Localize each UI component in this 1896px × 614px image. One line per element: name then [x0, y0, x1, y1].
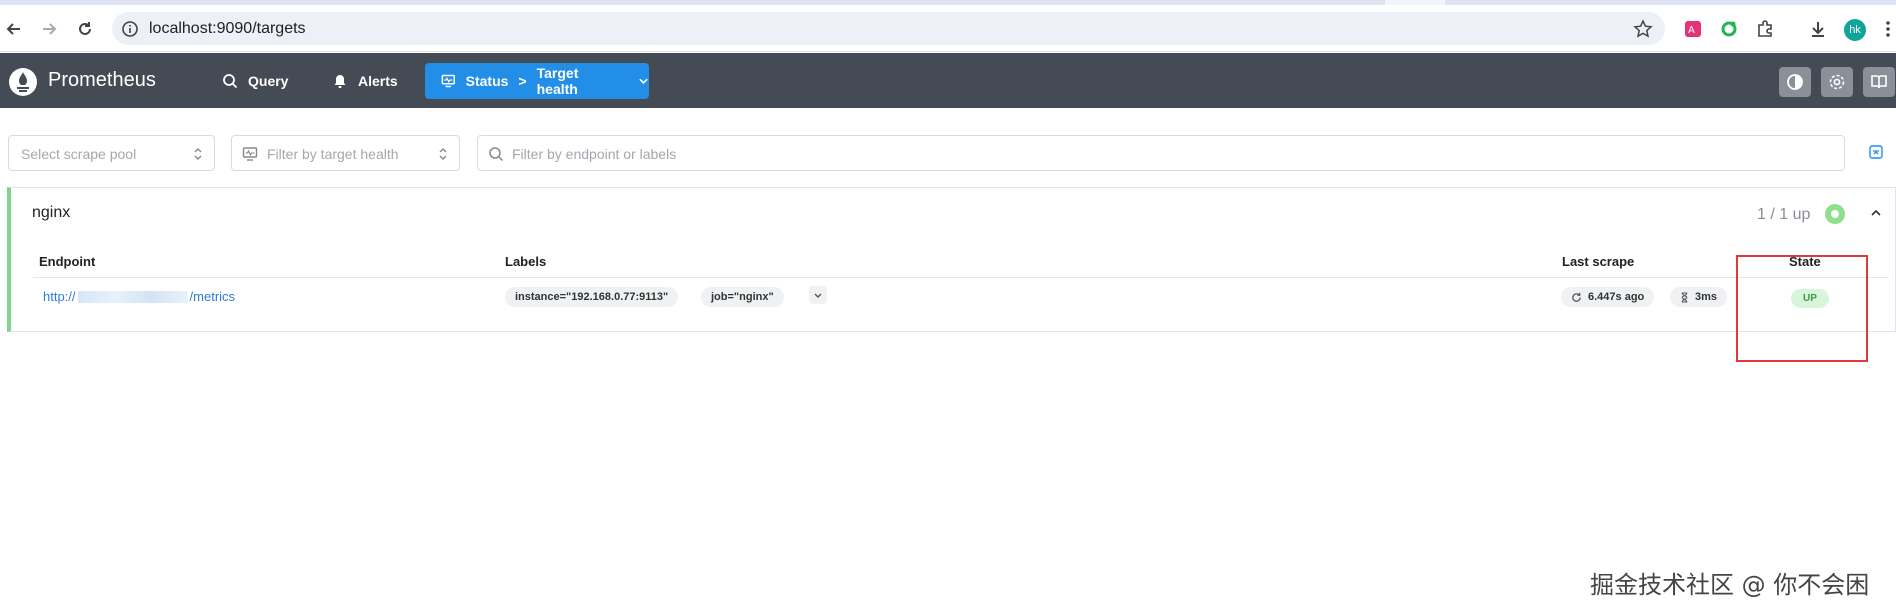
- back-button[interactable]: [2, 17, 26, 41]
- endpoint-filter-input[interactable]: Filter by endpoint or labels: [477, 135, 1845, 171]
- scrape-duration-text: 3ms: [1695, 291, 1718, 303]
- forward-arrow-icon: [43, 23, 57, 35]
- refresh-icon: [1572, 292, 1581, 302]
- column-labels: Labels: [505, 254, 547, 269]
- browser-menu-icon[interactable]: [1878, 19, 1896, 39]
- forward-button[interactable]: [37, 17, 61, 41]
- target-health-placeholder: Filter by target health: [267, 146, 399, 162]
- nav-alerts-label: Alerts: [358, 73, 398, 89]
- endpoint-filter-placeholder: Filter by endpoint or labels: [512, 146, 677, 162]
- pool-health-indicator: [1825, 204, 1845, 224]
- chevron-down-icon: [639, 78, 648, 84]
- extension-translate-icon[interactable]: A: [1683, 19, 1703, 39]
- scrape-duration-badge: 3ms: [1670, 287, 1728, 307]
- bookmark-star-icon[interactable]: [1633, 19, 1653, 39]
- monitor-heart-icon: [441, 74, 455, 88]
- last-scrape-badge: 6.447s ago: [1561, 287, 1655, 307]
- endpoint-suffix: /metrics: [189, 289, 236, 304]
- pool-name[interactable]: nginx: [32, 204, 70, 222]
- nav-status-dropdown[interactable]: Status > Target health: [425, 63, 649, 99]
- watermark-text: 掘金技术社区 @ 你不会困: [1590, 571, 1870, 599]
- chevron-down-icon: [814, 293, 822, 298]
- endpoint-prefix: http://: [43, 289, 76, 304]
- download-icon[interactable]: [1808, 19, 1828, 39]
- label-chip-job: job="nginx": [701, 287, 784, 307]
- column-endpoint: Endpoint: [39, 254, 96, 269]
- docs-button[interactable]: [1863, 67, 1895, 97]
- bell-icon: [334, 75, 346, 88]
- reload-button[interactable]: [73, 17, 97, 41]
- nav-alerts[interactable]: Alerts: [322, 63, 408, 99]
- extensions-puzzle-icon[interactable]: [1755, 19, 1775, 39]
- last-scrape-text: 6.447s ago: [1588, 291, 1645, 303]
- select-chevron-icon: [194, 148, 202, 160]
- extension-green-icon[interactable]: [1719, 19, 1739, 39]
- scrape-pool-panel: nginx 1 / 1 up Endpoint Labels Last scra…: [7, 187, 1896, 332]
- table-header-divider: [33, 277, 1889, 278]
- pool-up-count: 1 / 1 up: [1757, 206, 1811, 223]
- label-chip-instance: instance="192.168.0.77:9113": [505, 287, 679, 307]
- chevron-up-icon[interactable]: [1869, 206, 1883, 220]
- nav-status-separator: >: [518, 73, 527, 89]
- search-icon: [223, 74, 238, 89]
- collapse-all-icon[interactable]: [1868, 144, 1884, 160]
- labels-expand-button[interactable]: [809, 286, 827, 304]
- hourglass-icon: [1681, 291, 1688, 303]
- search-icon: [489, 147, 504, 162]
- site-info-icon[interactable]: [121, 20, 139, 38]
- url-text[interactable]: localhost:9090/targets: [149, 20, 306, 38]
- annotation-highlight-box: [1736, 255, 1868, 362]
- label-text: instance="192.168.0.77:9113": [515, 291, 669, 303]
- column-last-scrape: Last scrape: [1562, 254, 1635, 269]
- nav-query[interactable]: Query: [212, 63, 298, 99]
- prometheus-logo-icon[interactable]: [8, 67, 38, 97]
- redacted-host: [77, 290, 188, 303]
- profile-avatar[interactable]: hk: [1844, 19, 1866, 41]
- app-header: Prometheus Query Alerts Status > Target …: [0, 53, 1896, 108]
- scrape-pool-placeholder: Select scrape pool: [21, 146, 137, 162]
- label-text: job="nginx": [711, 291, 774, 303]
- scrape-pool-select[interactable]: Select scrape pool: [8, 135, 215, 171]
- brand-title[interactable]: Prometheus: [48, 69, 156, 92]
- theme-contrast-icon: [1787, 74, 1803, 90]
- nav-status-page: Target health: [536, 65, 579, 97]
- book-icon: [1871, 75, 1887, 89]
- gear-icon: [1829, 74, 1845, 90]
- nav-status-label: Status: [465, 73, 509, 89]
- reload-icon: [79, 22, 91, 35]
- nav-query-label: Query: [248, 73, 289, 89]
- monitor-heart-icon: [242, 147, 258, 161]
- back-arrow-icon: [6, 23, 20, 35]
- svg-text:A: A: [1688, 25, 1695, 36]
- select-chevron-icon: [439, 148, 447, 160]
- theme-toggle-button[interactable]: [1779, 67, 1811, 97]
- browser-toolbar: localhost:9090/targets A hk: [0, 5, 1896, 52]
- settings-button[interactable]: [1821, 67, 1853, 97]
- target-health-select[interactable]: Filter by target health: [231, 135, 460, 171]
- address-bar[interactable]: localhost:9090/targets: [112, 12, 1665, 45]
- target-endpoint-link[interactable]: http:// /metrics: [43, 289, 235, 304]
